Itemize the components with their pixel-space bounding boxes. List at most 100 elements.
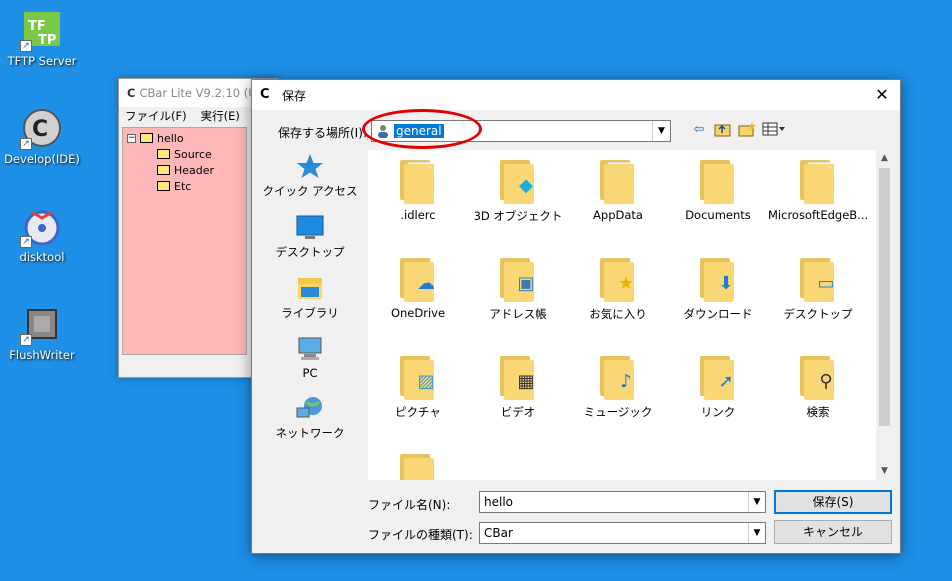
file-item[interactable]: ▭ デスクトップ bbox=[768, 256, 868, 354]
place-desktop[interactable]: デスクトップ bbox=[262, 213, 358, 260]
new-folder-icon[interactable] bbox=[738, 121, 756, 139]
file-item[interactable]: ◆ 3D オブジェクト bbox=[468, 158, 568, 256]
desktop-icon-disktool[interactable]: ↗ disktool bbox=[0, 204, 84, 264]
place-network[interactable]: ネットワーク bbox=[262, 394, 358, 441]
library-icon bbox=[295, 274, 325, 302]
svg-text:TP: TP bbox=[38, 33, 56, 48]
chevron-down-icon[interactable]: ▼ bbox=[748, 523, 765, 543]
scroll-up-icon[interactable]: ▲ bbox=[876, 150, 893, 167]
file-item[interactable]: ▦ ビデオ bbox=[468, 354, 568, 452]
back-icon[interactable]: ⇦ bbox=[690, 121, 708, 139]
tree-root[interactable]: − hello bbox=[127, 130, 242, 146]
project-tree[interactable]: − hello Source Header Etc bbox=[122, 127, 247, 355]
folder-doc-icon bbox=[798, 158, 838, 204]
desktop-icon-tftp-server[interactable]: TF TP ↗ TFTP Server bbox=[0, 8, 84, 68]
folder-link-icon: ➚ bbox=[698, 354, 738, 400]
view-menu-icon[interactable] bbox=[762, 121, 786, 139]
collapse-icon[interactable]: − bbox=[127, 133, 136, 143]
file-item-label: ピクチャ bbox=[395, 405, 441, 419]
folder-icon bbox=[157, 165, 170, 175]
tree-item[interactable]: Source bbox=[127, 146, 242, 162]
folder-desktop-icon: ▭ bbox=[798, 256, 838, 302]
folder-download-icon: ⬇ bbox=[698, 256, 738, 302]
close-button[interactable]: ✕ bbox=[864, 80, 900, 110]
desktop-icon-flushwriter[interactable]: ↗ FlushWriter bbox=[0, 302, 84, 362]
cancel-button[interactable]: キャンセル bbox=[774, 520, 892, 544]
desktop-icon-label: Develop(IDE) bbox=[4, 152, 80, 166]
pc-icon bbox=[295, 335, 325, 363]
place-label: クイック アクセス bbox=[262, 184, 358, 198]
file-item[interactable]: ⚲ 検索 bbox=[768, 354, 868, 452]
file-item-label: リンク bbox=[700, 405, 736, 419]
desktop-icon-develop-ide[interactable]: C ↗ Develop(IDE) bbox=[0, 106, 84, 166]
file-item-label: デスクトップ bbox=[783, 307, 853, 321]
filename-input[interactable]: hello ▼ bbox=[479, 491, 766, 513]
save-dialog[interactable]: C 保存 ✕ 保存する場所(I): general ▼ ⇦ クイック アクセス bbox=[251, 79, 901, 554]
dialog-title-bar[interactable]: C 保存 ✕ bbox=[252, 80, 900, 110]
place-quick-access[interactable]: クイック アクセス bbox=[262, 152, 358, 199]
file-item-label: AppData bbox=[593, 208, 643, 222]
file-item[interactable]: ➚ リンク bbox=[668, 354, 768, 452]
folder-icon bbox=[157, 149, 170, 159]
file-item[interactable]: ▣ アドレス帳 bbox=[468, 256, 568, 354]
tree-item-label: Etc bbox=[174, 179, 192, 193]
cbar-window-title: CBar Lite V9.2.10 (Us bbox=[139, 86, 263, 100]
folder-icon bbox=[157, 181, 170, 191]
star-icon bbox=[295, 152, 325, 180]
folder-video-icon: ▦ bbox=[498, 354, 538, 400]
dialog-title: 保存 bbox=[282, 88, 307, 103]
tree-item[interactable]: Header bbox=[127, 162, 242, 178]
filetype-select[interactable]: CBar ▼ bbox=[479, 522, 766, 544]
file-item[interactable]: Documents bbox=[668, 158, 768, 256]
place-library[interactable]: ライブラリ bbox=[262, 274, 358, 321]
dialog-toolbar: ⇦ bbox=[690, 120, 786, 140]
folder-doc-icon bbox=[398, 158, 438, 204]
file-item-label: アドレス帳 bbox=[489, 307, 547, 321]
scroll-down-icon[interactable]: ▼ bbox=[876, 463, 893, 480]
file-item[interactable]: AppData bbox=[568, 158, 668, 256]
shortcut-arrow-icon: ↗ bbox=[20, 334, 32, 346]
tree-item-label: Source bbox=[174, 147, 212, 161]
filetype-value: CBar bbox=[484, 526, 513, 540]
develop-ide-icon: C ↗ bbox=[20, 106, 64, 150]
menu-run[interactable]: 実行(E) bbox=[201, 108, 240, 124]
svg-text:C: C bbox=[32, 117, 48, 142]
file-item[interactable]: ♪ ミュージック bbox=[568, 354, 668, 452]
filetype-label: ファイルの種類(T): bbox=[368, 528, 473, 542]
desktop-icon-label: disktool bbox=[19, 250, 65, 264]
chevron-down-icon[interactable]: ▼ bbox=[748, 492, 765, 512]
cbar-app-icon: C bbox=[127, 86, 136, 100]
file-item-label: ミュージック bbox=[583, 405, 653, 419]
folder-cloud-icon: ☁ bbox=[398, 256, 438, 302]
chevron-down-icon[interactable]: ▼ bbox=[652, 121, 670, 141]
folder-partial-icon bbox=[398, 452, 438, 480]
file-item-label: .idlerc bbox=[400, 208, 436, 222]
file-item-label: Documents bbox=[685, 208, 751, 222]
file-item-label: ビデオ bbox=[500, 405, 536, 419]
place-pc[interactable]: PC bbox=[262, 335, 358, 380]
network-icon bbox=[295, 394, 325, 422]
file-item[interactable]: MicrosoftEdgeB... bbox=[768, 158, 868, 256]
file-item[interactable]: .idlerc bbox=[368, 158, 468, 256]
shortcut-arrow-icon: ↗ bbox=[20, 40, 32, 52]
file-list[interactable]: .idlerc ◆ 3D オブジェクト AppData Documents Microso… bbox=[368, 150, 893, 480]
file-item-label: MicrosoftEdgeB... bbox=[768, 208, 868, 222]
folder-search-icon: ⚲ bbox=[798, 354, 838, 400]
file-item[interactable]: ⬇ ダウンロード bbox=[668, 256, 768, 354]
folder-star-icon: ★ bbox=[598, 256, 638, 302]
tree-item[interactable]: Etc bbox=[127, 178, 242, 194]
file-item[interactable]: ☁ OneDrive bbox=[368, 256, 468, 354]
save-button[interactable]: 保存(S) bbox=[774, 490, 892, 514]
scrollbar-thumb[interactable] bbox=[879, 168, 890, 426]
file-item-label: 検索 bbox=[806, 405, 830, 419]
file-item[interactable]: ★ お気に入り bbox=[568, 256, 668, 354]
app-icon: C bbox=[260, 87, 270, 102]
desktop-icon-label: FlushWriter bbox=[9, 348, 75, 362]
up-folder-icon[interactable] bbox=[714, 121, 732, 139]
file-item-label: ダウンロード bbox=[683, 307, 753, 321]
tree-root-label: hello bbox=[157, 131, 184, 145]
menu-file[interactable]: ファイル(F) bbox=[125, 108, 187, 124]
file-item[interactable]: ▨ ピクチャ bbox=[368, 354, 468, 452]
file-item[interactable] bbox=[368, 452, 468, 480]
vertical-scrollbar[interactable]: ▲ ▼ bbox=[876, 150, 893, 480]
